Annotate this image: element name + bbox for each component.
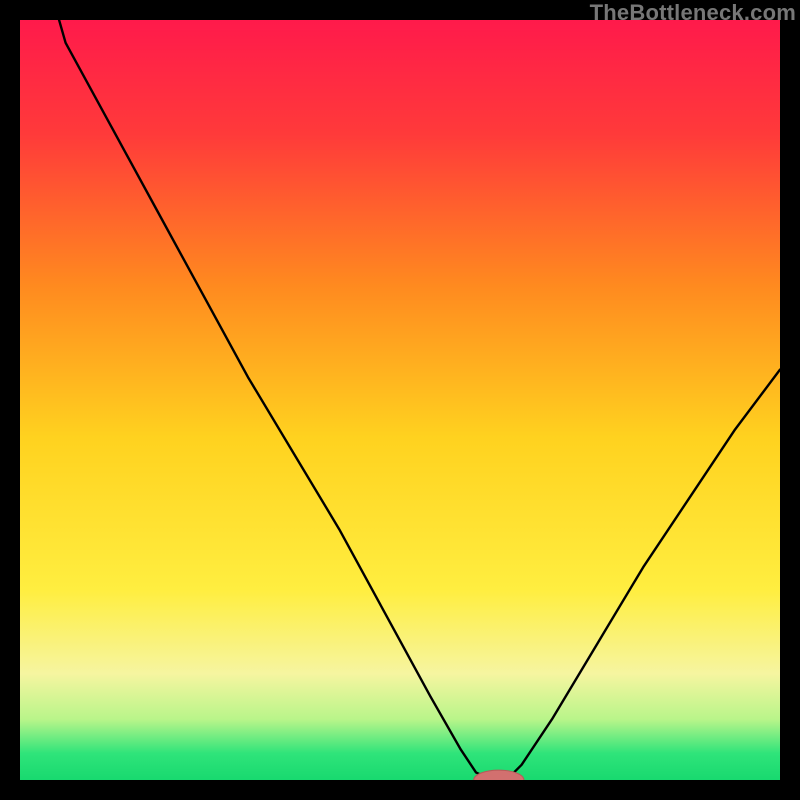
chart-background	[20, 20, 780, 780]
chart-frame: TheBottleneck.com	[0, 0, 800, 800]
bottleneck-chart	[20, 20, 780, 780]
watermark-text: TheBottleneck.com	[590, 0, 796, 26]
